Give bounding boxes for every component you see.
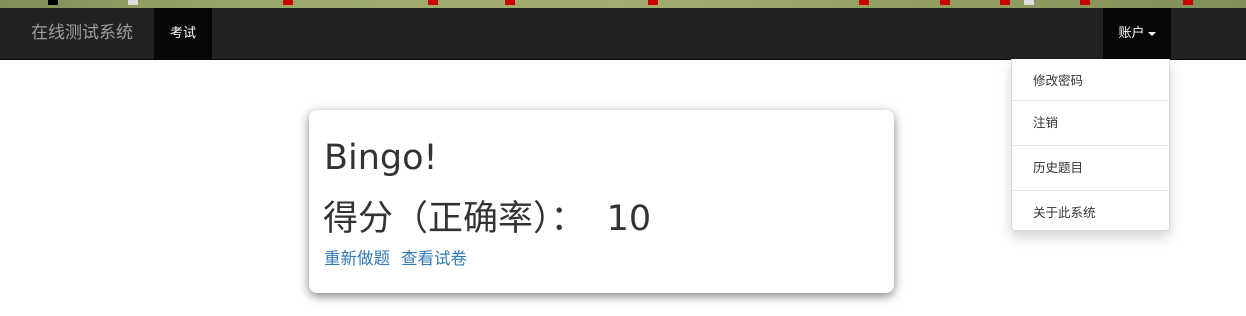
score-line: 得分（正确率）： 10 (323, 197, 651, 241)
account-label: 账户 (1118, 26, 1145, 41)
strip-mark (428, 0, 438, 5)
menu-item-logout[interactable]: 注销 (1012, 101, 1169, 145)
redo-quiz-link[interactable]: 重新做题 (324, 247, 390, 271)
menu-item-change-password[interactable]: 修改密码 (1012, 59, 1169, 103)
desktop-top-strip (0, 0, 1246, 8)
score-value: 10 (606, 199, 652, 239)
tab-exam[interactable]: 考试 (154, 8, 212, 59)
view-paper-link[interactable]: 查看试卷 (401, 247, 467, 271)
strip-mark (128, 0, 138, 5)
strip-mark (505, 0, 515, 5)
strip-mark (648, 0, 658, 5)
menu-item-about[interactable]: 关于此系统 (1012, 191, 1169, 235)
menu-item-history[interactable]: 历史题目 (1012, 146, 1169, 190)
result-card: Bingo! 得分（正确率）： 10 重新做题 查看试卷 (309, 110, 894, 293)
result-title: Bingo! (324, 138, 438, 178)
caret-down-icon (1147, 31, 1156, 36)
strip-mark (283, 0, 293, 5)
strip-mark (940, 0, 950, 5)
strip-mark (859, 0, 869, 5)
strip-mark (48, 0, 58, 5)
navbar-brand[interactable]: 在线测试系统 (31, 23, 133, 43)
strip-mark (1000, 0, 1010, 5)
strip-mark (1080, 0, 1090, 5)
strip-mark (1183, 0, 1193, 5)
account-dropdown-toggle[interactable]: 账户 (1103, 8, 1171, 59)
score-label: 得分（正确率）： (323, 199, 586, 239)
top-navbar: 在线测试系统 考试 账户 (0, 8, 1246, 60)
account-dropdown-menu: 修改密码 注销 历史题目 关于此系统 (1011, 59, 1170, 231)
strip-mark (1024, 0, 1034, 5)
